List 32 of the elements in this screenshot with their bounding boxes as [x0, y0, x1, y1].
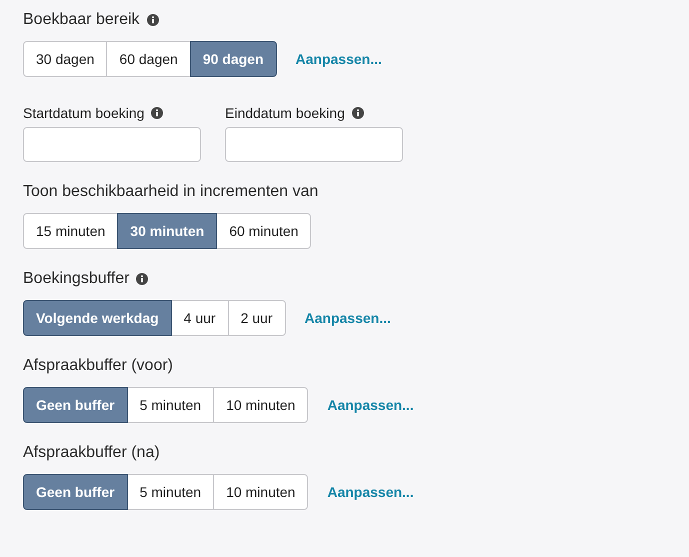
section-title: Boekbaar bereik: [23, 11, 140, 29]
option-button[interactable]: 90 dagen: [190, 41, 277, 77]
info-icon: [136, 273, 148, 285]
section-title: Toon beschikbaarheid in incrementen van: [23, 183, 318, 201]
option-button[interactable]: 60 minuten: [216, 213, 312, 249]
option-button[interactable]: Geen buffer: [23, 387, 128, 423]
option-button[interactable]: 10 minuten: [213, 474, 308, 510]
option-button[interactable]: 4 uur: [170, 300, 229, 336]
option-button[interactable]: 30 dagen: [23, 41, 108, 77]
option-button[interactable]: Volgende werkdag: [23, 300, 172, 336]
section-title: Afspraakbuffer (voor): [23, 357, 173, 375]
customize-link[interactable]: Aanpassen...: [304, 310, 391, 326]
option-button[interactable]: 30 minuten: [117, 213, 218, 249]
option-button[interactable]: 5 minuten: [126, 474, 214, 510]
field-label: Einddatum boeking: [225, 105, 345, 121]
option-button[interactable]: 5 minuten: [126, 387, 214, 423]
option-button[interactable]: Geen buffer: [23, 474, 128, 510]
option-button[interactable]: 10 minuten: [213, 387, 308, 423]
date-input-field[interactable]: [23, 127, 201, 162]
info-icon: [151, 107, 164, 119]
field-label: Startdatum boeking: [23, 105, 144, 121]
date-input-field[interactable]: [225, 127, 403, 162]
info-icon: [352, 107, 364, 119]
customize-link[interactable]: Aanpassen...: [327, 397, 414, 413]
section-title: Boekingsbuffer: [23, 270, 130, 288]
customize-link[interactable]: Aanpassen...: [296, 51, 382, 67]
option-button[interactable]: 2 uur: [228, 300, 286, 336]
option-button[interactable]: 60 dagen: [106, 41, 191, 77]
section-title: Afspraakbuffer (na): [23, 444, 160, 462]
info-icon: [146, 14, 159, 26]
option-button[interactable]: 15 minuten: [23, 213, 118, 249]
customize-link[interactable]: Aanpassen...: [327, 484, 414, 500]
